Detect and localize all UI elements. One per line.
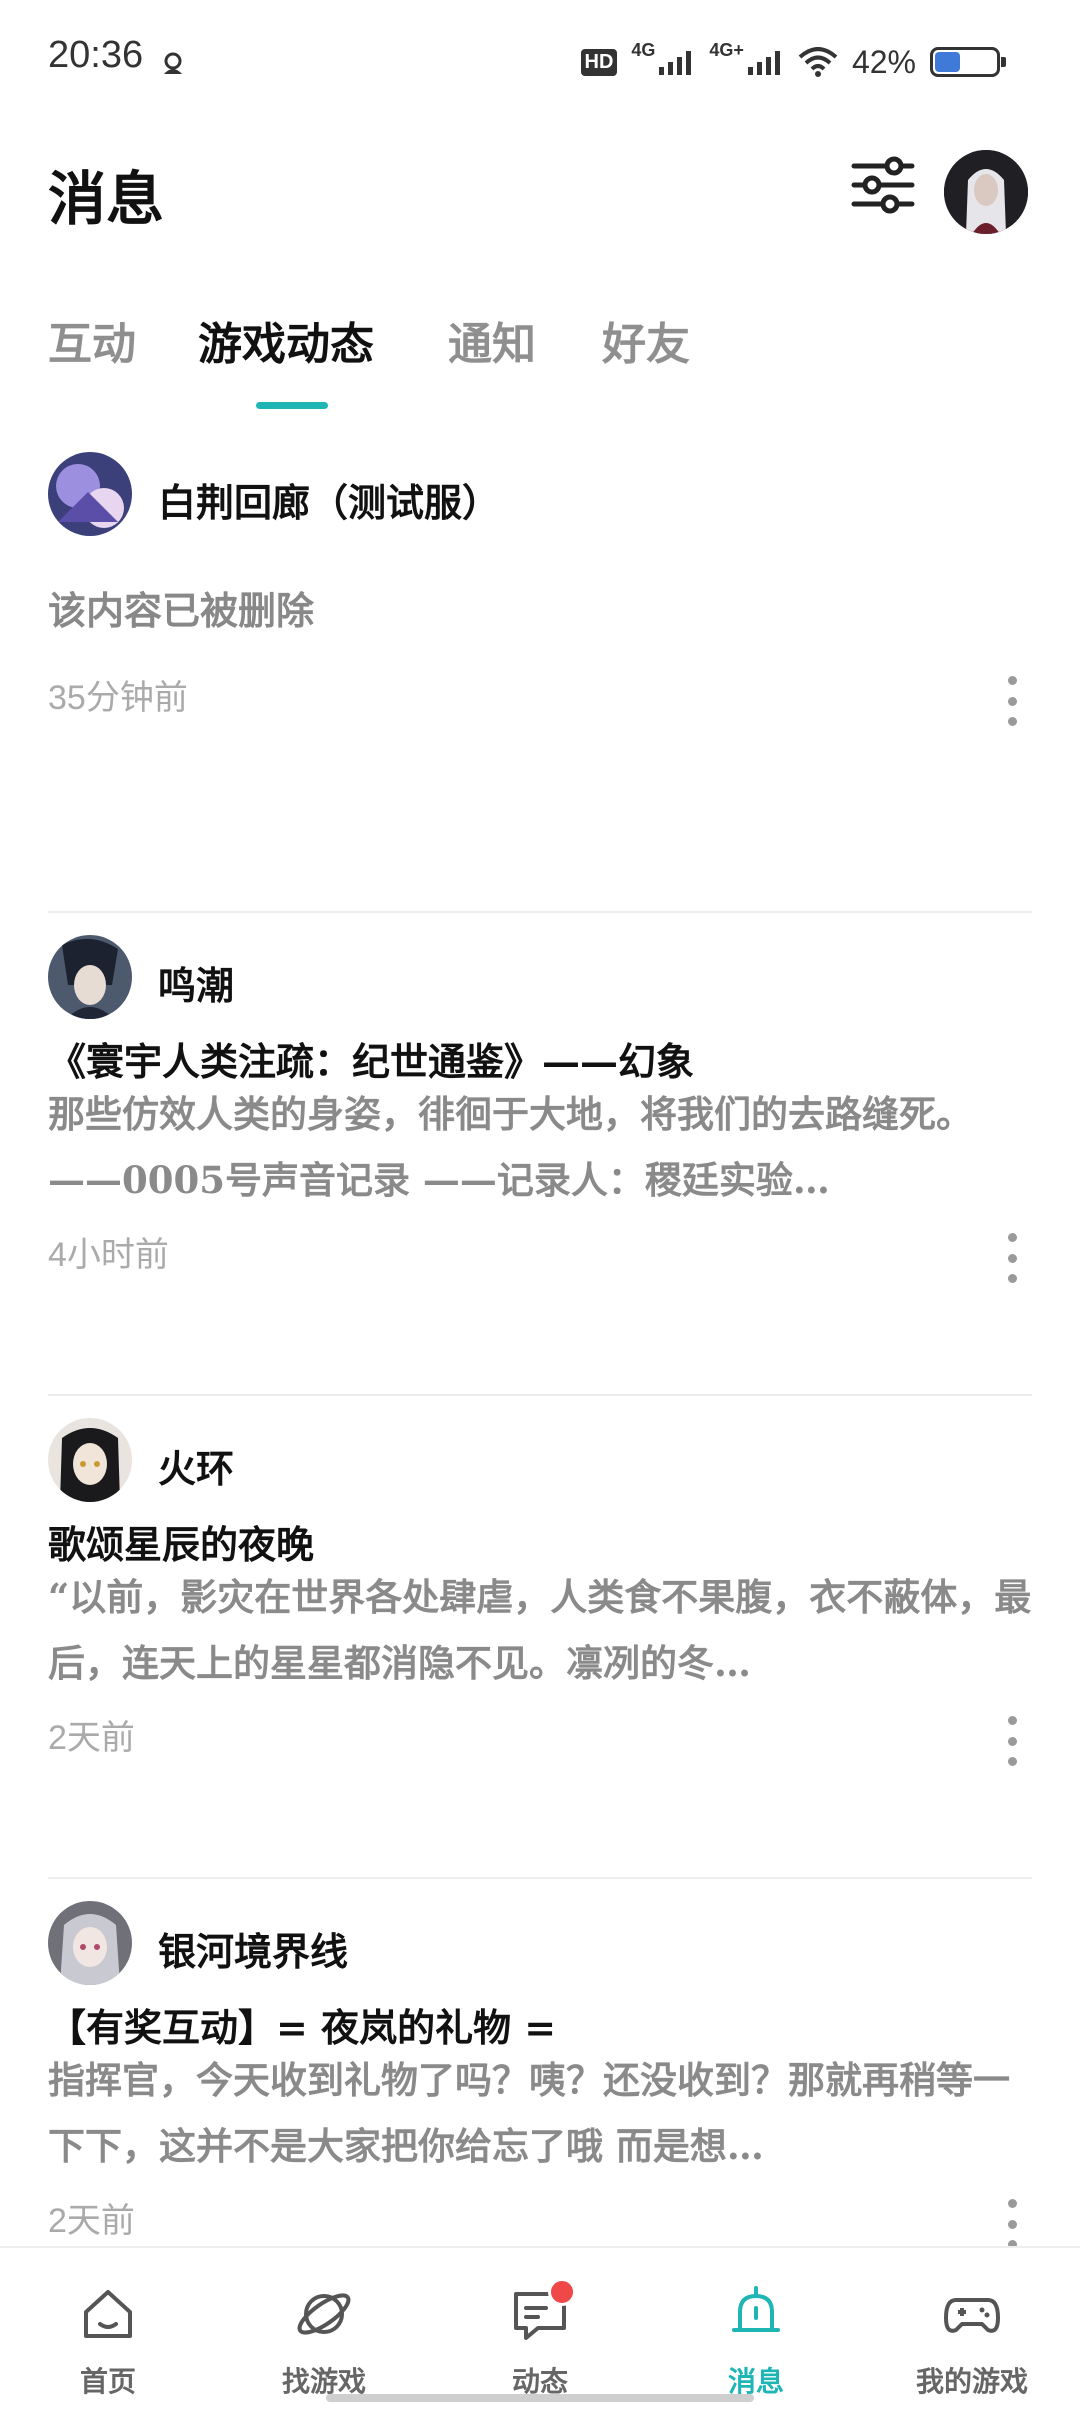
filter-button[interactable] <box>850 152 916 218</box>
page-title: 消息 <box>48 165 165 233</box>
game-logo-image <box>48 452 132 536</box>
signal-4gplus-label: 4G+ <box>709 40 744 60</box>
post-title: 《寰宇人类注疏：纪世通鉴》——幻象 <box>48 1039 695 1084</box>
more-options-button[interactable] <box>1000 1716 1024 1766</box>
tab-game-updates[interactable]: 游戏动态 <box>198 308 374 372</box>
nav-home[interactable]: 首页 <box>0 2248 216 2410</box>
post-time: 35分钟前 <box>48 679 188 717</box>
post-deleted-text: 该内容已被删除 <box>48 588 315 633</box>
avatar-image <box>944 150 1028 234</box>
notification-badge <box>548 2278 576 2306</box>
post-title: 歌颂星辰的夜晚 <box>48 1522 315 1567</box>
signal-icon <box>659 51 692 75</box>
tab-friends[interactable]: 好友 <box>602 308 690 372</box>
game-logo-image <box>48 935 132 1019</box>
bell-icon <box>732 2286 780 2332</box>
game-avatar[interactable] <box>48 1418 132 1502</box>
battery-percent: 42% <box>851 43 916 80</box>
post-excerpt: “以前，影灾在世界各处肆虐，人类食不果腹，衣不蔽体，最后，连天上的星星都消隐不见… <box>48 1575 1032 1685</box>
nav-find-games[interactable]: 找游戏 <box>216 2248 432 2410</box>
post-time: 2天前 <box>48 1719 135 1757</box>
tab-interactions[interactable]: 互动 <box>48 308 136 372</box>
post-author[interactable]: 银河境界线 <box>158 1921 348 1976</box>
game-avatar[interactable] <box>48 1901 132 1985</box>
nav-label: 我的游戏 <box>915 2365 1028 2398</box>
signal-icon <box>747 51 780 75</box>
game-avatar[interactable] <box>48 935 132 1019</box>
nav-feed[interactable]: 动态 <box>432 2248 648 2410</box>
post-excerpt: 那些仿效人类的身姿，徘徊于大地，将我们的去路缝死。——0005号声音记录 ——记… <box>48 1092 973 1202</box>
user-avatar[interactable] <box>944 150 1028 234</box>
game-avatar[interactable] <box>48 452 132 536</box>
planet-icon <box>297 2293 351 2335</box>
notification-icon <box>164 52 182 74</box>
status-bar: 20:36 HD 4G 4G+ 42% <box>0 0 1080 120</box>
sliders-icon <box>851 156 915 214</box>
post-excerpt: 指挥官，今天收到礼物了吗？咦？还没收到？那就再稍等一下下，这并不是大家把你给忘了… <box>48 2058 1010 2168</box>
battery-icon <box>930 47 1006 77</box>
status-time: 20:36 <box>48 34 144 76</box>
wifi-icon <box>798 47 838 77</box>
list-item[interactable]: 火环 歌颂星辰的夜晚 “以前，影灾在世界各处肆虐，人类食不果腹，衣不蔽体，最后，… <box>48 1396 1032 1879</box>
nav-label: 首页 <box>79 2365 136 2398</box>
active-tab-indicator <box>256 402 328 409</box>
status-icons: HD 4G 4G+ 42% <box>580 40 1006 84</box>
nav-messages[interactable]: 消息 <box>648 2248 864 2410</box>
game-logo-image <box>48 1418 132 1502</box>
post-author[interactable]: 鸣潮 <box>158 955 234 1010</box>
game-logo-image <box>48 1901 132 1985</box>
post-time: 4小时前 <box>48 1236 169 1274</box>
feed-list: 白荆回廊（测试服） 该内容已被删除 35分钟前 鸣潮 《寰宇人类注疏：纪世通鉴》… <box>48 430 1032 2362</box>
more-options-button[interactable] <box>1000 2199 1024 2249</box>
home-icon <box>84 2290 132 2338</box>
list-item[interactable]: 白荆回廊（测试服） 该内容已被删除 35分钟前 <box>48 430 1032 913</box>
nav-my-games[interactable]: 我的游戏 <box>864 2248 1080 2410</box>
bottom-nav: 首页 找游戏 动态 消息 我的游戏 <box>0 2246 1080 2410</box>
hd-icon: HD <box>580 48 618 76</box>
post-title: 【有奖互动】= 夜岚的礼物 = <box>48 2005 557 2050</box>
tab-notifications[interactable]: 通知 <box>448 308 536 372</box>
post-time: 2天前 <box>48 2202 135 2240</box>
list-item[interactable]: 鸣潮 《寰宇人类注疏：纪世通鉴》——幻象 那些仿效人类的身姿，徘徊于大地，将我们… <box>48 913 1032 1396</box>
more-options-button[interactable] <box>1000 676 1024 726</box>
home-indicator[interactable] <box>326 2394 754 2402</box>
more-options-button[interactable] <box>1000 1233 1024 1283</box>
battery-fill <box>935 52 960 72</box>
post-author[interactable]: 白荆回廊（测试服） <box>158 472 500 527</box>
signal-4g-label: 4G <box>631 40 656 60</box>
gamepad-icon <box>944 2298 1000 2333</box>
post-author[interactable]: 火环 <box>158 1438 234 1493</box>
